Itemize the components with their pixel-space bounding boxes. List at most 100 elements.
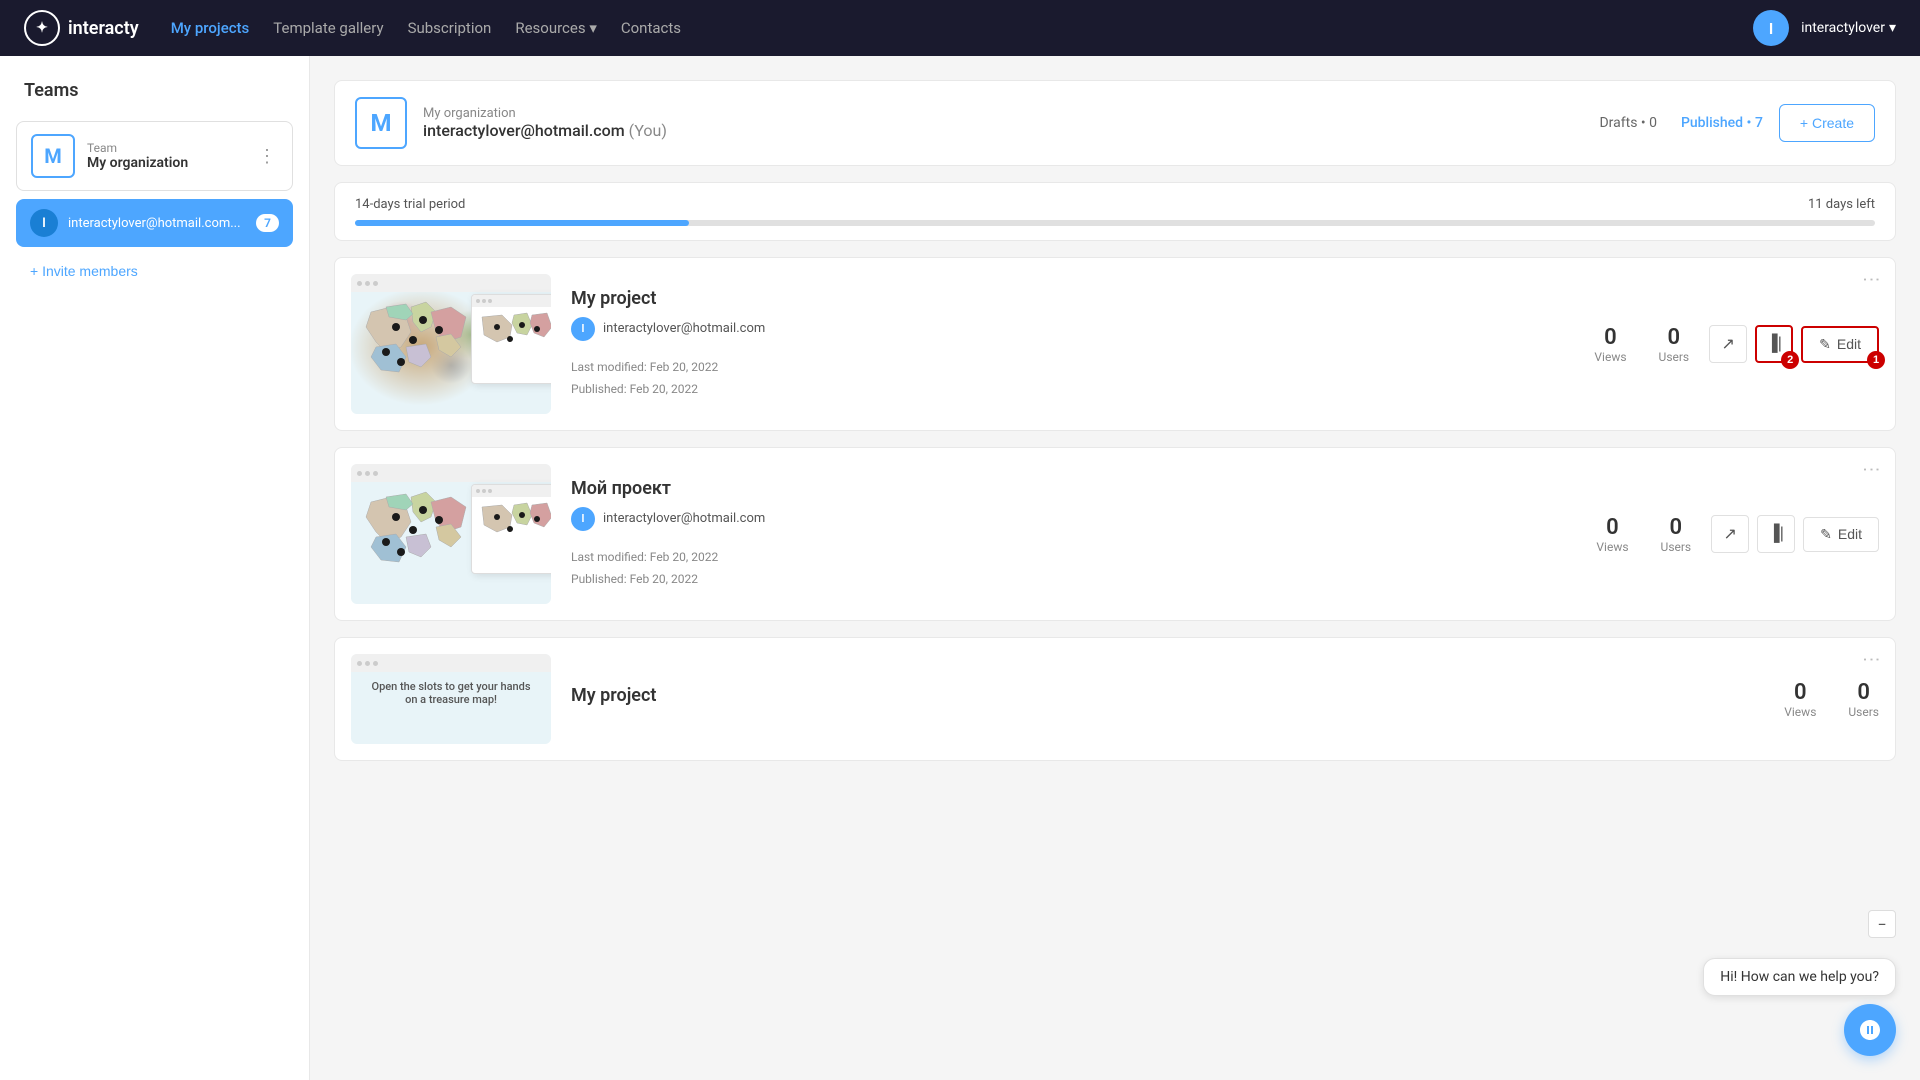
- team-name: My organization: [87, 155, 246, 171]
- chat-bubble: Hi! How can we help you?: [1703, 958, 1896, 996]
- project-3-stats: 0 Views 0 Users: [1784, 680, 1879, 719]
- org-name: My organization: [423, 106, 1583, 121]
- nav-contacts[interactable]: Contacts: [621, 15, 681, 41]
- nav-avatar: I: [1753, 10, 1789, 46]
- project-2-owner-email: interactylover@hotmail.com: [603, 511, 765, 526]
- bar-chart-icon: ▐|: [1768, 525, 1784, 543]
- project-1-actions: ↗ ▐| 2 ✎ Edit 1: [1709, 325, 1879, 363]
- project-1-edit-badge: 1: [1867, 351, 1885, 369]
- project-2-users: 0 Users: [1661, 515, 1692, 554]
- project-2-second-screen: [471, 484, 551, 574]
- project-1-owner-avatar: I: [571, 317, 595, 341]
- project-2-name: Мой проект: [571, 478, 1576, 499]
- pencil-icon: ✎: [1819, 336, 1831, 353]
- project-card-1: ⋮: [334, 257, 1896, 431]
- project-2-thumbnail: [351, 464, 551, 604]
- project-1-dates: Last modified: Feb 20, 2022 Published: F…: [571, 357, 1574, 400]
- pencil-icon: ✎: [1820, 526, 1832, 543]
- external-link-icon: ↗: [1721, 334, 1734, 354]
- nav-right: I interactylover ▾: [1753, 10, 1896, 46]
- sidebar: Teams M Team My organization ⋮ I interac…: [0, 56, 310, 1080]
- org-published[interactable]: Published • 7: [1681, 115, 1763, 131]
- member-name: interactylover@hotmail.com...: [68, 216, 246, 231]
- project-3-menu-dots[interactable]: ⋮: [1861, 651, 1882, 671]
- project-3-views: 0 Views: [1784, 680, 1816, 719]
- chat-minimize-button[interactable]: −: [1868, 910, 1896, 938]
- chat-open-button[interactable]: [1844, 1004, 1896, 1056]
- team-label: Team: [87, 141, 246, 155]
- navbar: ✦ interacty My projects Template gallery…: [0, 0, 1920, 56]
- project-1-stats-badge: 2: [1781, 351, 1799, 369]
- main-content: M My organization interactylover@hotmail…: [310, 56, 1920, 1080]
- project-2-stats-button[interactable]: ▐|: [1757, 515, 1795, 553]
- project-1-users: 0 Users: [1659, 325, 1690, 364]
- project-1-menu-dots[interactable]: ⋮: [1861, 271, 1882, 291]
- org-info: My organization interactylover@hotmail.c…: [423, 106, 1583, 140]
- invite-members-button[interactable]: + Invite members: [16, 255, 152, 287]
- project-card-2: ⋮: [334, 447, 1896, 621]
- team-menu-dots[interactable]: ⋮: [258, 146, 278, 167]
- project-1-owner: I interactylover@hotmail.com: [571, 317, 1574, 341]
- external-link-icon: ↗: [1723, 524, 1736, 544]
- project-2-info: Мой проект I interactylover@hotmail.com …: [571, 478, 1576, 590]
- project-3-thumbnail: Open the slots to get your handson a tre…: [351, 654, 551, 744]
- chevron-down-icon: ▾: [589, 19, 597, 37]
- project-card-3: ⋮ Open the slots to get your handson a t…: [334, 637, 1896, 761]
- logo-text: interacty: [68, 18, 139, 39]
- project-1-owner-email: interactylover@hotmail.com: [603, 321, 765, 336]
- create-button[interactable]: + Create: [1779, 104, 1875, 142]
- nav-template-gallery[interactable]: Template gallery: [273, 15, 383, 41]
- project-2-owner-avatar: I: [571, 507, 595, 531]
- team-info: Team My organization: [87, 141, 246, 171]
- nav-resources[interactable]: Resources ▾: [515, 15, 597, 41]
- project-1-open-button[interactable]: ↗: [1709, 325, 1747, 363]
- trial-banner: 14-days trial period 11 days left: [334, 182, 1896, 241]
- project-2-views: 0 Views: [1596, 515, 1628, 554]
- trial-label: 14-days trial period: [355, 197, 465, 212]
- nav-chevron-icon: ▾: [1889, 20, 1896, 36]
- project-1-name: My project: [571, 288, 1574, 309]
- member-avatar: I: [30, 209, 58, 237]
- project-1-second-screen: [471, 294, 551, 384]
- project-1-thumbnail: [351, 274, 551, 414]
- org-drafts: Drafts • 0: [1599, 115, 1656, 131]
- org-stats: Drafts • 0 Published • 7: [1599, 115, 1762, 131]
- org-avatar: M: [355, 97, 407, 149]
- project-2-edit-button[interactable]: ✎ Edit: [1803, 517, 1879, 552]
- member-badge: 7: [256, 214, 279, 232]
- project-1-edit-button[interactable]: ✎ Edit 1: [1801, 326, 1879, 363]
- project-3-name: My project: [571, 685, 1764, 706]
- project-1-views: 0 Views: [1594, 325, 1626, 364]
- project-1-info: My project I interactylover@hotmail.com …: [571, 288, 1574, 400]
- nav-username[interactable]: interactylover ▾: [1801, 20, 1896, 36]
- trial-progress: [355, 220, 689, 226]
- org-header: M My organization interactylover@hotmail…: [334, 80, 1896, 166]
- project-2-menu-dots[interactable]: ⋮: [1861, 461, 1882, 481]
- member-item[interactable]: I interactylover@hotmail.com... 7: [16, 199, 293, 247]
- trial-bar: [355, 220, 1875, 226]
- project-3-users: 0 Users: [1848, 680, 1879, 719]
- trial-days-left: 11 days left: [1808, 197, 1875, 212]
- chat-widget: − Hi! How can we help you?: [1703, 950, 1896, 1056]
- team-avatar: M: [31, 134, 75, 178]
- nav-subscription[interactable]: Subscription: [408, 15, 492, 41]
- project-1-stats-button[interactable]: ▐| 2: [1755, 325, 1793, 363]
- sidebar-title: Teams: [16, 80, 293, 101]
- logo-icon: ✦: [24, 10, 60, 46]
- chat-icon: [1858, 1018, 1882, 1042]
- layout: Teams M Team My organization ⋮ I interac…: [0, 56, 1920, 1080]
- nav-my-projects[interactable]: My projects: [171, 15, 250, 41]
- team-card[interactable]: M Team My organization ⋮: [16, 121, 293, 191]
- nav-links: My projects Template gallery Subscriptio…: [171, 15, 681, 41]
- trial-header: 14-days trial period 11 days left: [355, 197, 1875, 212]
- project-2-owner: I interactylover@hotmail.com: [571, 507, 1576, 531]
- project-2-dates: Last modified: Feb 20, 2022 Published: F…: [571, 547, 1576, 590]
- project-2-open-button[interactable]: ↗: [1711, 515, 1749, 553]
- project-2-stats: 0 Views 0 Users: [1596, 515, 1691, 554]
- bar-chart-icon: ▐|: [1766, 335, 1782, 353]
- org-email: interactylover@hotmail.com (You): [423, 121, 1583, 140]
- project-3-info: My project: [571, 685, 1764, 714]
- logo[interactable]: ✦ interacty: [24, 10, 139, 46]
- project-2-actions: ↗ ▐| ✎ Edit: [1711, 515, 1879, 553]
- project-1-stats: 0 Views 0 Users: [1594, 325, 1689, 364]
